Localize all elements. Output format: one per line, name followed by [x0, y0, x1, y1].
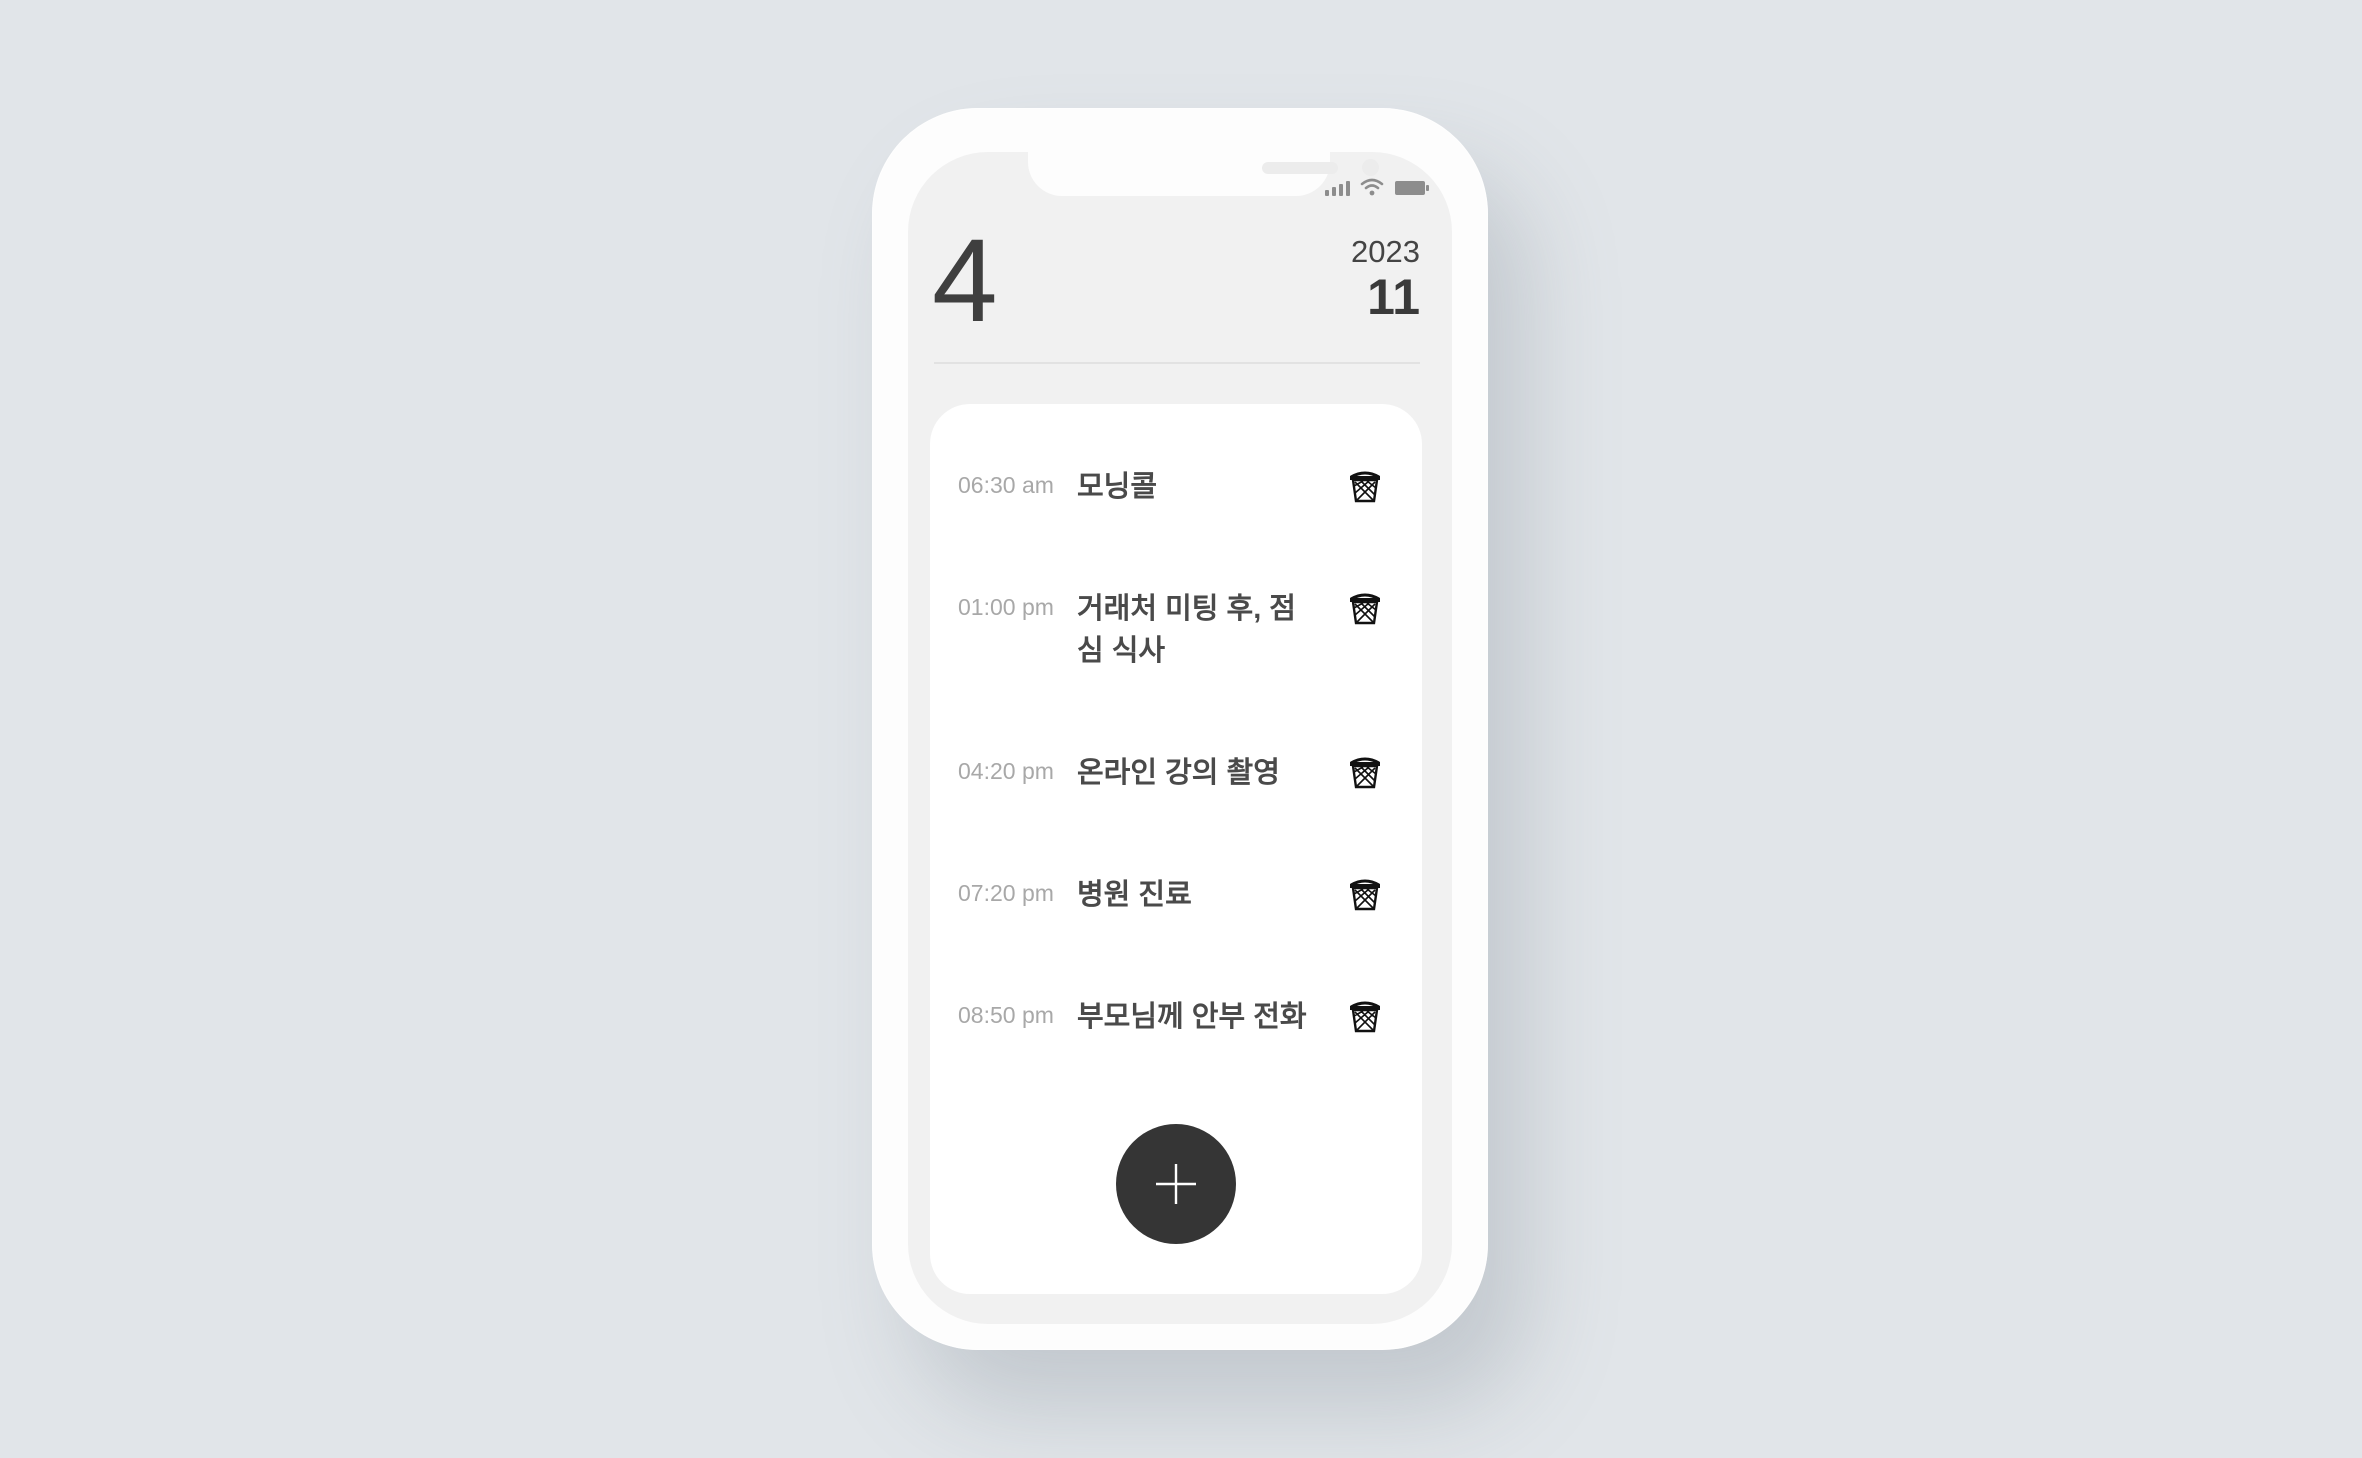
- trash-icon[interactable]: [1348, 754, 1382, 790]
- phone-notch: [1028, 152, 1379, 196]
- signal-icon: [1325, 180, 1350, 196]
- phone-frame: 4 2023 11 06:30 am 모닝콜 01:00 pm 거래처 미팅 후…: [872, 108, 1488, 1350]
- trash-icon[interactable]: [1348, 590, 1382, 626]
- header-divider: [934, 362, 1420, 364]
- task-time: 04:20 pm: [958, 758, 1054, 784]
- trash-icon[interactable]: [1348, 998, 1382, 1034]
- add-task-button[interactable]: [1116, 1124, 1236, 1244]
- task-title: 병원 진료: [1077, 879, 1192, 911]
- status-bar: [1325, 176, 1430, 196]
- task-title: 거래처 미팅 후, 점심 식사: [1077, 593, 1296, 667]
- speaker-grille: [1262, 162, 1338, 174]
- current-month: 11: [1367, 269, 1420, 325]
- task-time: 01:00 pm: [958, 594, 1054, 620]
- current-year: 2023: [1351, 234, 1420, 269]
- task-time: 07:20 pm: [958, 880, 1054, 906]
- task-list-card: 06:30 am 모닝콜 01:00 pm 거래처 미팅 후, 점심 식사 04…: [930, 404, 1422, 1294]
- wifi-icon: [1360, 178, 1384, 196]
- trash-icon[interactable]: [1348, 468, 1382, 504]
- task-time: 06:30 am: [958, 472, 1054, 498]
- battery-icon: [1394, 180, 1430, 196]
- task-title: 모닝콜: [1077, 471, 1158, 503]
- phone-screen: 4 2023 11 06:30 am 모닝콜 01:00 pm 거래처 미팅 후…: [908, 152, 1452, 1324]
- task-title: 부모님께 안부 전화: [1077, 1001, 1307, 1033]
- task-title: 온라인 강의 촬영: [1077, 757, 1280, 789]
- current-day: 4: [932, 215, 998, 347]
- plus-icon: [1156, 1164, 1196, 1204]
- front-camera: [1362, 159, 1379, 176]
- task-time: 08:50 pm: [958, 1002, 1054, 1028]
- trash-icon[interactable]: [1348, 876, 1382, 912]
